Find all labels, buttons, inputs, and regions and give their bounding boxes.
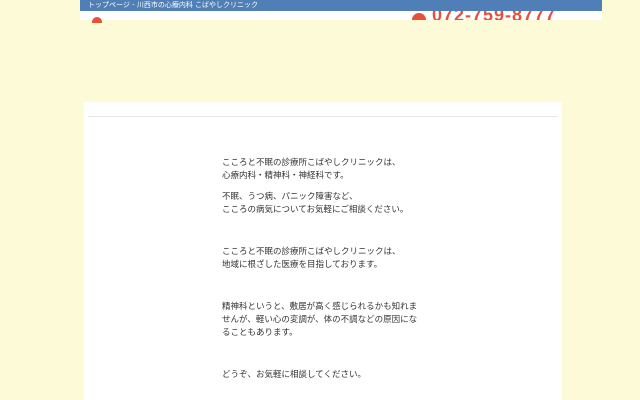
- intro-paragraph-1: こころと不眠の診療所こばやしクリニックは、 心療内科・精神科・神経科です。: [222, 158, 401, 181]
- panel-divider: [88, 116, 558, 117]
- phone-number[interactable]: 072-759-8777: [432, 11, 556, 20]
- intro-paragraph-2: 不眠、うつ病、パニック障害など、 こころの病気についてお気軽にご相談ください。: [222, 192, 409, 215]
- intro-paragraph-5: どうぞ、お気軽に相談してください。: [222, 370, 366, 380]
- clinic-logo-icon[interactable]: [92, 17, 102, 23]
- header: 072-759-8777: [80, 11, 602, 20]
- breadcrumb[interactable]: トップページ - 川西市の心療内科 こばやしクリニック: [88, 0, 258, 11]
- main-content-panel: こころと不眠の診療所こばやしクリニックは、 心療内科・精神科・神経科です。 不眠…: [84, 102, 562, 400]
- intro-paragraph-4: 精神科というと、敷居が高く感じられるかも知れま せんが、軽い心の変調が、体の不調…: [222, 302, 418, 338]
- top-bar: トップページ - 川西市の心療内科 こばやしクリニック: [80, 0, 602, 11]
- intro-paragraph-3: こころと不眠の診療所こばやしクリニックは、 地域に根ざした医療を目指しております…: [222, 247, 401, 270]
- phone-icon: [412, 13, 426, 20]
- intro-text: こころと不眠の診療所こばやしクリニックは、 心療内科・精神科・神経科です。 不眠…: [222, 157, 462, 382]
